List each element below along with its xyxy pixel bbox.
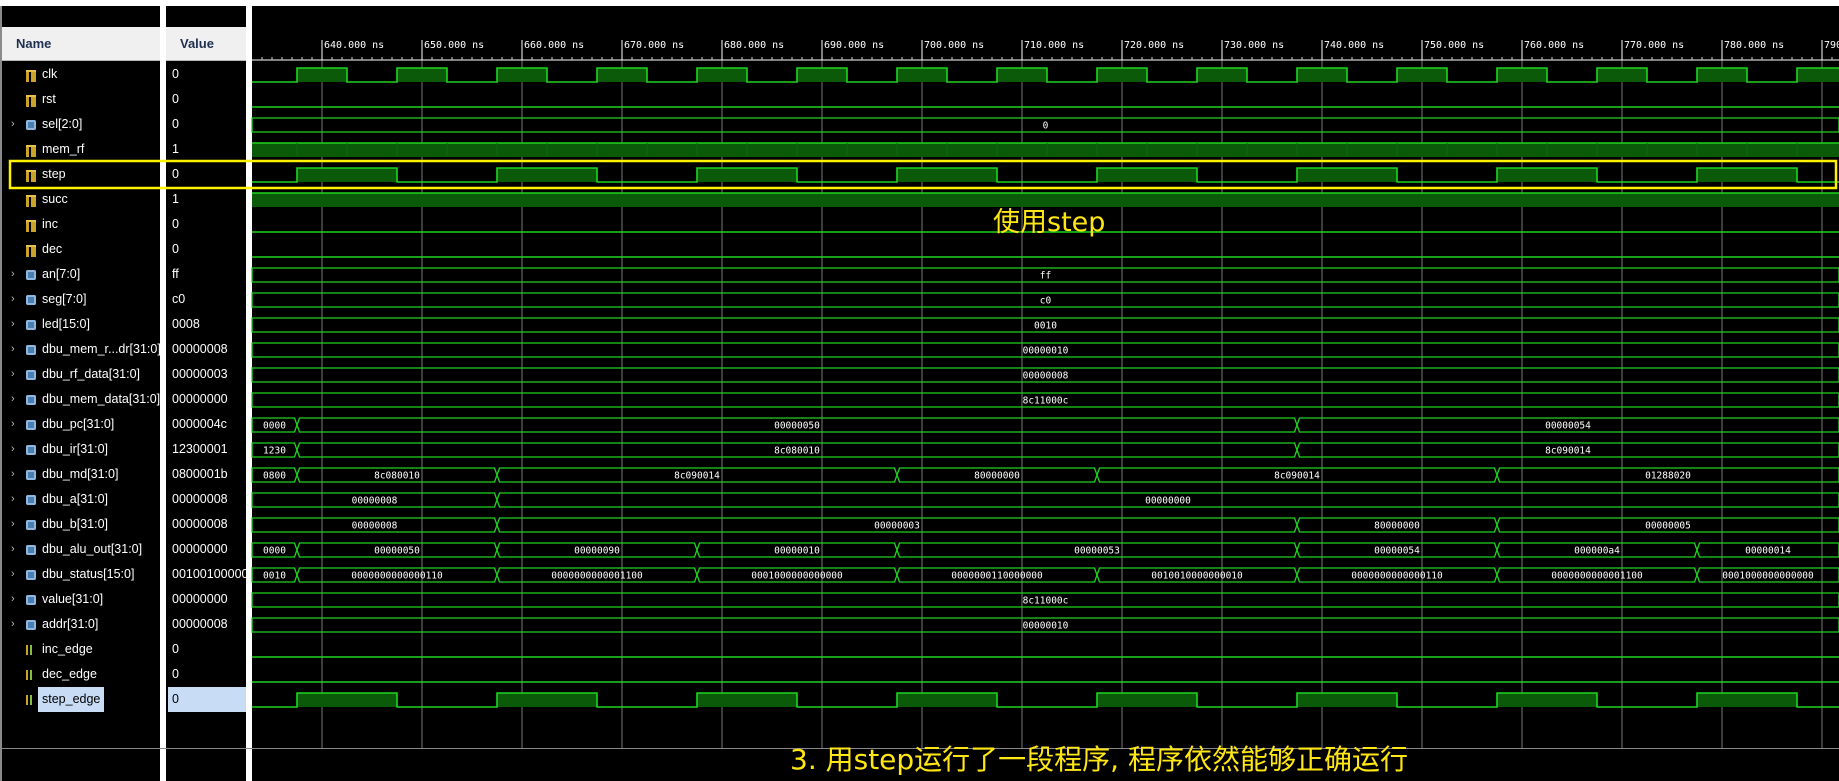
- wave-high-fill: [897, 168, 997, 182]
- bus-value-label: 00000010: [1023, 621, 1069, 632]
- wave-high-fill: [697, 168, 797, 182]
- ruler-tick-label: 670.000 ns: [624, 40, 684, 51]
- bus-value-label: 00000008: [1023, 371, 1069, 382]
- wave-high-fill: [1697, 168, 1797, 182]
- wave-high-fill: [1697, 693, 1797, 707]
- ruler-tick-label: 640.000 ns: [324, 40, 384, 51]
- wave-high-fill: [897, 68, 947, 82]
- step-annotation: 使用step: [993, 207, 1106, 238]
- ruler-tick-label: 690.000 ns: [824, 40, 884, 51]
- wave-high-fill: [997, 68, 1047, 82]
- bus-value-label: 00000005: [1645, 521, 1691, 532]
- ruler-tick-label: 730.000 ns: [1224, 40, 1284, 51]
- bus-value-label: 0800: [263, 471, 286, 482]
- wave-high-fill: [897, 693, 997, 707]
- bus-value-label: 00000000: [1145, 496, 1191, 507]
- bus-value-label: 0: [1043, 121, 1049, 132]
- wave-high-fill: [1797, 68, 1839, 82]
- bus-value-label: 00000053: [1074, 546, 1120, 557]
- wave-high-fill: [1297, 168, 1397, 182]
- wave-high-fill: [797, 68, 847, 82]
- ruler-tick-label: 760.000 ns: [1524, 40, 1584, 51]
- bus-value-label: 00000010: [774, 546, 820, 557]
- bus-value-label: 00000050: [374, 546, 420, 557]
- bus-value-label: 0010: [1034, 321, 1057, 332]
- bus-value-label: 1230: [263, 446, 286, 457]
- wave-high-fill: [1497, 68, 1547, 82]
- bus-value-label: 80000000: [974, 471, 1020, 482]
- bus-value-label: 000000a4: [1574, 546, 1620, 557]
- ruler-tick-label: 650.000 ns: [424, 40, 484, 51]
- bus-value-label: 0000: [263, 421, 286, 432]
- bus-value-label: 0000000000000110: [351, 571, 443, 582]
- wave-high-fill: [497, 693, 597, 707]
- bus-value-label: 0000000000001100: [551, 571, 643, 582]
- bus-value-label: 00000050: [774, 421, 820, 432]
- ruler-tick-label: 770.000 ns: [1624, 40, 1684, 51]
- ruler-tick-label: 740.000 ns: [1324, 40, 1384, 51]
- wave-high-fill: [697, 68, 747, 82]
- bus-value-label: 0000000000001100: [1551, 571, 1643, 582]
- bus-value-label: 8c090014: [674, 471, 720, 482]
- wave-high-fill: [297, 693, 397, 707]
- bus-value-label: 0001000000000000: [751, 571, 843, 582]
- wave-high-fill: [1097, 68, 1147, 82]
- bus-value-label: 00000054: [1545, 421, 1591, 432]
- bus-value-label: 0000000000000110: [1351, 571, 1443, 582]
- wave-high-fill: [297, 168, 397, 182]
- bus-value-label: 0010010000000010: [1151, 571, 1243, 582]
- ruler-tick-label: 780.000 ns: [1724, 40, 1784, 51]
- bus-value-label: c0: [1040, 296, 1052, 307]
- ruler-tick-label: 700.000 ns: [924, 40, 984, 51]
- bus-value-label: 8c11000c: [1023, 596, 1069, 607]
- wave-high-fill: [1597, 68, 1647, 82]
- waveform-viewer: Name Value clk 0 rst 0 › sel[2:0] 0 mem_rf 1 step…: [0, 0, 1839, 781]
- ruler-tick-label: 790.000: [1824, 40, 1839, 51]
- wave-high-fill: [1297, 693, 1397, 707]
- wave-high-fill: [397, 68, 447, 82]
- ruler-tick-label: 710.000 ns: [1024, 40, 1084, 51]
- wave-high-fill: [497, 168, 597, 182]
- wave-high-fill: [1497, 168, 1597, 182]
- bus-value-label: ff: [1040, 271, 1051, 282]
- bus-value-label: 01288020: [1645, 471, 1691, 482]
- ruler-tick-label: 680.000 ns: [724, 40, 784, 51]
- bus-value-label: 00000010: [1023, 346, 1069, 357]
- bus-value-label: 0000: [263, 546, 286, 557]
- ruler-tick-label: 660.000 ns: [524, 40, 584, 51]
- bus-value-label: 8c080010: [774, 446, 820, 457]
- wave-high-fill: [597, 68, 647, 82]
- bus-value-label: 00000008: [352, 521, 398, 532]
- bus-value-label: 00000008: [352, 496, 398, 507]
- bus-value-label: 00000054: [1374, 546, 1420, 557]
- bus-value-label: 80000000: [1374, 521, 1420, 532]
- wave-trace: [252, 167, 1839, 183]
- bus-value-label: 00000014: [1745, 546, 1791, 557]
- bottom-annotation: 3. 用step运行了一段程序, 程序依然能够正确运行: [790, 743, 1408, 776]
- ruler-tick-label: 750.000 ns: [1424, 40, 1484, 51]
- wave-high-fill: [697, 693, 797, 707]
- bus-value-label: 0000000110000000: [951, 571, 1043, 582]
- bus-value-label: 00000090: [574, 546, 620, 557]
- wave-high-fill: [497, 68, 547, 82]
- bus-value-label: 00000003: [874, 521, 920, 532]
- ruler-tick-label: 720.000 ns: [1124, 40, 1184, 51]
- bus-value-label: 8c11000c: [1023, 396, 1069, 407]
- bus-value-label: 0001000000000000: [1722, 571, 1814, 582]
- wave-high-fill: [1097, 168, 1197, 182]
- wave-high-fill: [252, 143, 1839, 157]
- wave-high-fill: [1097, 693, 1197, 707]
- wave-high-fill: [1697, 68, 1747, 82]
- wave-high-fill: [1497, 693, 1597, 707]
- bus-value-label: 8c090014: [1545, 446, 1591, 457]
- bus-value-label: 0010: [263, 571, 286, 582]
- wave-high-fill: [1397, 68, 1447, 82]
- wave-high-fill: [1197, 68, 1247, 82]
- waveform-area[interactable]: 640.000 ns 650.000 ns 660.000 ns 670.000 ns…: [0, 0, 1839, 781]
- bus-value-label: 8c090014: [1274, 471, 1320, 482]
- wave-high-fill: [1297, 68, 1347, 82]
- wave-trace: [252, 692, 1839, 708]
- bus-value-label: 8c080010: [374, 471, 420, 482]
- wave-high-fill: [297, 68, 347, 82]
